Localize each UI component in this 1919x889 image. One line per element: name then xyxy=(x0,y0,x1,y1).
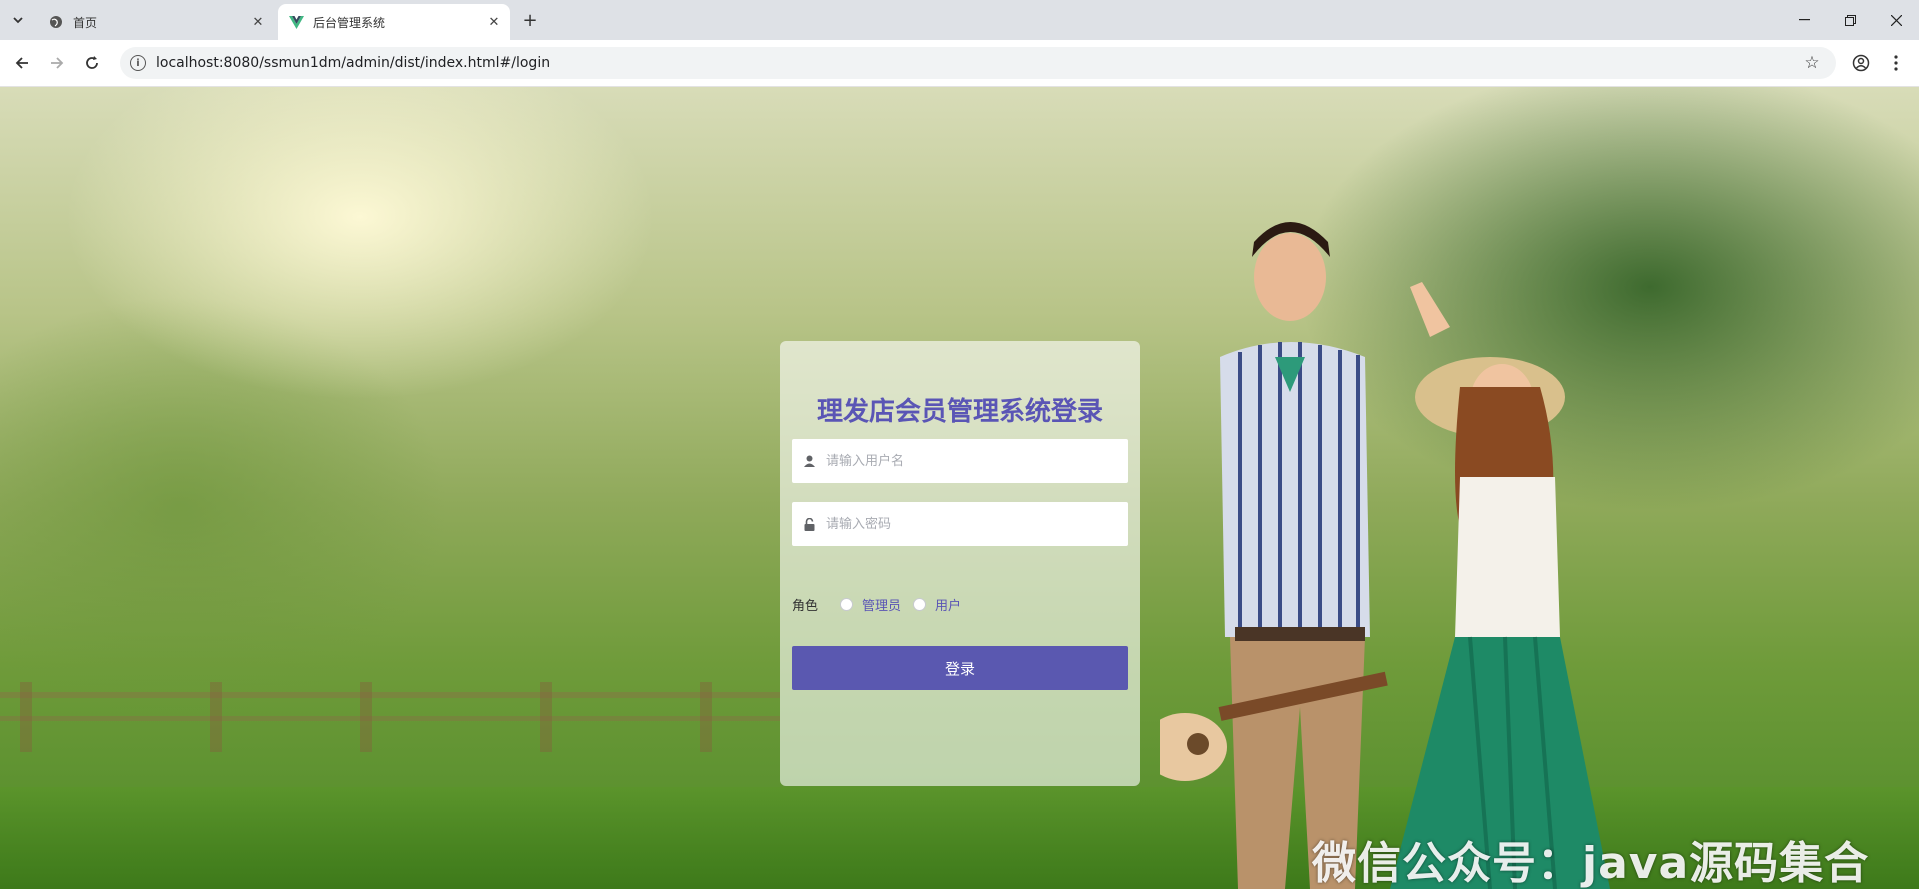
username-field[interactable] xyxy=(792,439,1128,483)
site-info-icon[interactable]: i xyxy=(130,55,146,71)
username-input[interactable] xyxy=(824,452,1128,470)
login-page: 理发店会员管理系统登录 角色 管理员 用户 登录 微信公 xyxy=(0,87,1919,889)
menu-kebab-icon[interactable] xyxy=(1884,51,1908,75)
role-radio-admin[interactable]: 管理员 xyxy=(840,595,901,614)
login-title: 理发店会员管理系统登录 xyxy=(816,397,1103,427)
role-selector: 角色 管理员 用户 xyxy=(792,594,973,614)
browser-toolbar: i localhost:8080/ssmun1dm/admin/dist/ind… xyxy=(0,40,1919,87)
couple-photo xyxy=(1160,222,1610,889)
fence-background xyxy=(0,682,780,752)
back-icon[interactable] xyxy=(10,51,34,75)
radio-circle[interactable] xyxy=(840,597,854,611)
profile-icon[interactable] xyxy=(1849,51,1873,75)
minimize-icon[interactable] xyxy=(1781,0,1827,40)
close-tab-icon[interactable]: ✕ xyxy=(248,12,268,32)
user-icon xyxy=(802,454,816,468)
role-option-label: 管理员 xyxy=(862,598,902,614)
globe-icon xyxy=(48,14,64,30)
restore-icon[interactable] xyxy=(1827,0,1873,40)
tab-title: 首页 xyxy=(73,15,98,30)
url-text[interactable]: localhost:8080/ssmun1dm/admin/dist/index… xyxy=(156,55,1800,71)
close-window-icon[interactable] xyxy=(1873,0,1919,40)
tab-admin[interactable]: 后台管理系统 ✕ xyxy=(278,4,510,40)
lock-icon xyxy=(802,517,816,531)
role-label: 角色 xyxy=(792,598,819,614)
close-tab-icon[interactable]: ✕ xyxy=(484,12,504,32)
tab-search-icon[interactable] xyxy=(6,8,30,32)
reload-icon[interactable] xyxy=(80,51,104,75)
radio-circle[interactable] xyxy=(913,597,927,611)
bookmark-star-icon[interactable]: ☆ xyxy=(1800,51,1824,75)
watermark-text: 微信公众号：java源码集合 xyxy=(1312,838,1870,889)
password-field[interactable] xyxy=(792,502,1128,546)
role-radio-user[interactable]: 用户 xyxy=(913,595,961,614)
vue-logo-icon xyxy=(288,14,304,30)
password-input[interactable] xyxy=(824,515,1128,533)
tab-title: 后台管理系统 xyxy=(313,15,386,30)
new-tab-icon[interactable]: + xyxy=(518,8,542,32)
login-button[interactable]: 登录 xyxy=(792,646,1128,690)
login-card: 理发店会员管理系统登录 角色 管理员 用户 登录 xyxy=(780,341,1140,786)
browser-tab-bar: 首页 ✕ 后台管理系统 ✕ + xyxy=(0,0,1919,40)
tab-home[interactable]: 首页 ✕ xyxy=(38,4,274,40)
role-option-label: 用户 xyxy=(935,598,962,614)
forward-icon[interactable] xyxy=(45,51,69,75)
address-bar[interactable]: i localhost:8080/ssmun1dm/admin/dist/ind… xyxy=(120,47,1836,79)
